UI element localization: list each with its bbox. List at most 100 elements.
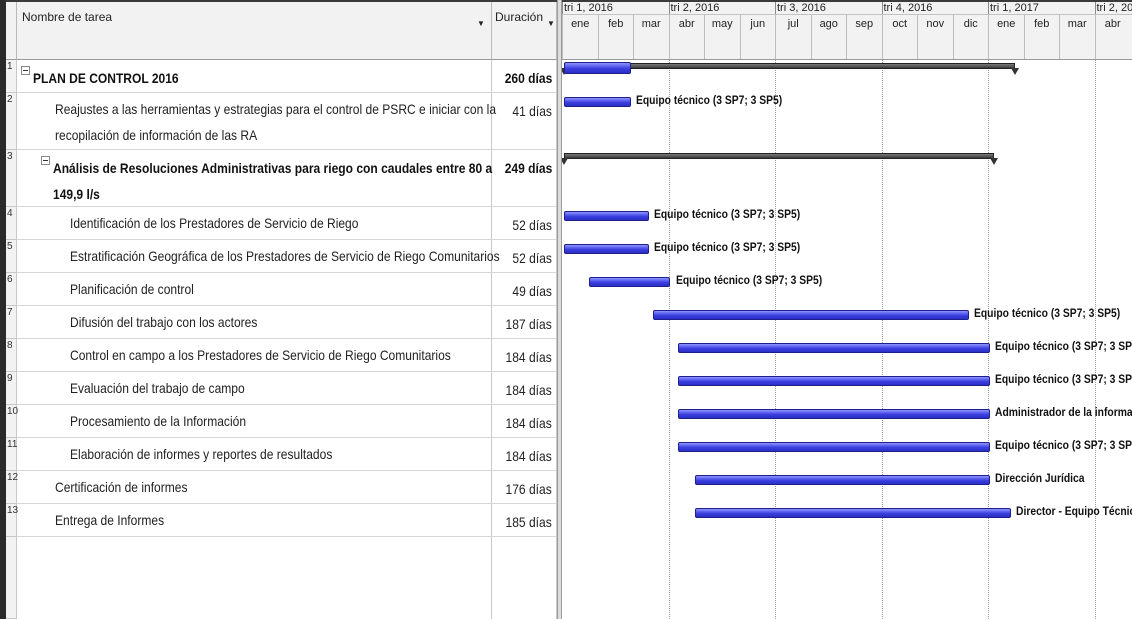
table-row[interactable]: 6 Planificación de control 49 días — [6, 273, 557, 306]
task-name: Planificación de control — [70, 276, 194, 302]
task-bar[interactable] — [588, 277, 671, 287]
duration-value: 260 días — [504, 70, 552, 86]
task-name-line-1: Procesamiento de la Información — [70, 413, 247, 429]
task-bar[interactable] — [564, 97, 632, 107]
task-name-cell[interactable]: Elaboración de informes y reportes de re… — [17, 438, 492, 471]
task-bar[interactable] — [695, 508, 1012, 518]
duration-cell[interactable]: 184 días — [492, 438, 557, 471]
row-id-cell[interactable]: 12 — [6, 471, 18, 504]
table-row[interactable]: 8 Control en campo a los Prestadores de S… — [6, 339, 557, 372]
chevron-down-icon[interactable]: ▼ — [477, 19, 485, 28]
duration-cell[interactable]: 184 días — [492, 372, 557, 405]
task-bar[interactable] — [564, 244, 650, 254]
month-label: abr — [668, 15, 705, 59]
task-name-cell[interactable]: Entrega de Informes — [17, 504, 492, 537]
resource-label: Equipo técnico (3 SP7; 3 SP5) — [654, 240, 801, 254]
row-id-cell[interactable] — [6, 537, 17, 619]
task-name-cell[interactable]: Identificación de los Prestadores de Ser… — [17, 207, 492, 240]
duration-value: 185 días — [505, 514, 552, 530]
duration-cell[interactable]: 249 días — [492, 150, 557, 207]
task-name-cell[interactable]: Reajustes a las herramientas y estrategi… — [17, 93, 496, 150]
month-label: abr — [1094, 15, 1131, 59]
row-id-cell[interactable]: 6 — [6, 273, 17, 306]
task-bar[interactable] — [695, 475, 990, 485]
table-row[interactable]: 3 Análisis de Resoluciones Administrativa… — [6, 150, 557, 207]
task-name-cell[interactable]: Control en campo a los Prestadores de Se… — [17, 339, 492, 372]
summary-start-marker — [562, 158, 568, 165]
row-id: 1 — [7, 61, 13, 72]
task-name-cell[interactable]: Procesamiento de la Información — [17, 405, 492, 438]
header-duration-label: Duración — [495, 10, 544, 24]
month-label: may — [704, 15, 740, 59]
summary-bar[interactable] — [564, 63, 1015, 69]
row-id-cell[interactable]: 8 — [6, 339, 17, 372]
collapse-icon[interactable] — [41, 156, 50, 165]
task-name-cell[interactable] — [17, 537, 492, 619]
row-id-cell[interactable]: 11 — [6, 438, 17, 471]
duration-value: 184 días — [505, 349, 552, 365]
task-name-line-1: Control en campo a los Prestadores de Se… — [70, 347, 451, 363]
task-bar[interactable] — [564, 211, 650, 221]
duration-cell[interactable]: 52 días — [492, 207, 557, 240]
task-name-cell[interactable]: Análisis de Resoluciones Administrativas… — [17, 150, 492, 207]
task-name-line-1: Reajustes a las herramientas y estrategi… — [55, 101, 497, 117]
row-id-cell[interactable]: 3 — [6, 150, 17, 207]
task-bar[interactable] — [677, 376, 990, 386]
row-id-cell[interactable]: 13 — [6, 504, 18, 537]
collapse-icon[interactable] — [21, 66, 30, 75]
resource-label: Equipo técnico (3 SP7; 3 SP5) — [675, 273, 822, 287]
table-row[interactable]: 5 Estratificación Geográfica de los Prest… — [6, 240, 557, 273]
task-bar[interactable] — [677, 343, 990, 353]
duration-value: 52 días — [512, 250, 552, 266]
row-id-cell[interactable]: 9 — [6, 372, 17, 405]
table-row[interactable]: 9 Evaluación del trabajo de campo 184 días — [6, 372, 557, 405]
table-row[interactable]: 13 Entrega de Informes 185 días — [6, 504, 557, 537]
task-name-line-1: Difusión del trabajo con los actores — [70, 314, 258, 330]
duration-cell[interactable]: 176 días — [492, 471, 557, 504]
task-name-cell[interactable]: Evaluación del trabajo de campo — [17, 372, 492, 405]
summary-bar[interactable] — [564, 153, 994, 159]
table-row[interactable]: 7 Difusión del trabajo con los actores 187… — [6, 306, 557, 339]
task-name-line-1: Planificación de control — [70, 281, 194, 297]
progress-bar[interactable] — [564, 62, 632, 74]
duration-cell[interactable]: 184 días — [492, 405, 557, 438]
row-id-cell[interactable]: 5 — [6, 240, 17, 273]
duration-cell[interactable]: 41 días — [492, 93, 557, 150]
duration-cell[interactable]: 49 días — [492, 273, 557, 306]
row-id-cell[interactable]: 1 — [6, 60, 17, 93]
task-name-cell[interactable]: Estratificación Geográfica de los Presta… — [17, 240, 500, 273]
chevron-down-icon[interactable]: ▼ — [547, 19, 555, 28]
task-bar[interactable] — [652, 310, 969, 320]
duration-cell[interactable]: 52 días — [492, 240, 557, 273]
duration-cell[interactable]: 187 días — [492, 306, 557, 339]
duration-cell[interactable]: 260 días — [492, 60, 557, 93]
task-name-cell[interactable]: Planificación de control — [17, 273, 492, 306]
row-id-cell[interactable]: 10 — [6, 405, 18, 438]
task-name-cell[interactable]: Certificación de informes — [17, 471, 492, 504]
row-id-cell[interactable]: 4 — [6, 207, 17, 240]
header-task-name[interactable]: Nombre de tarea ▼ — [17, 2, 492, 60]
table-row[interactable]: 1 PLAN DE CONTROL 2016 260 días — [6, 60, 557, 93]
table-row[interactable]: 10 Procesamiento de la Información 184 día… — [6, 405, 557, 438]
duration-cell[interactable] — [492, 537, 557, 619]
header-duration[interactable]: Duración ▼ — [492, 2, 557, 60]
duration-cell[interactable]: 184 días — [492, 339, 557, 372]
task-name-cell[interactable]: PLAN DE CONTROL 2016 — [17, 60, 492, 93]
table-row[interactable]: 11 Elaboración de informes y reportes de … — [6, 438, 557, 471]
table-row[interactable]: 4 Identificación de los Prestadores de Se… — [6, 207, 557, 240]
resource-label: Equipo técnico (3 SP7; 3 SP5) — [636, 93, 783, 107]
task-bar[interactable] — [677, 442, 990, 452]
task-name-line-1: PLAN DE CONTROL 2016 — [33, 70, 179, 86]
task-bar[interactable] — [677, 409, 990, 419]
duration-cell[interactable]: 185 días — [492, 504, 557, 537]
summary-end-marker — [989, 158, 998, 165]
row-id-cell[interactable]: 2 — [6, 93, 17, 150]
task-name-line-1: Entrega de Informes — [55, 512, 165, 528]
table-row[interactable]: 12 Certificación de informes 176 días — [6, 471, 557, 504]
empty-row[interactable] — [6, 537, 557, 619]
row-id-cell[interactable]: 7 — [6, 306, 17, 339]
table-row[interactable]: 2 Reajustes a las herramientas y estrateg… — [6, 93, 557, 150]
header-id-cell[interactable] — [6, 2, 17, 60]
task-name-line-1: Evaluación del trabajo de campo — [70, 380, 245, 396]
task-name-cell[interactable]: Difusión del trabajo con los actores — [17, 306, 492, 339]
